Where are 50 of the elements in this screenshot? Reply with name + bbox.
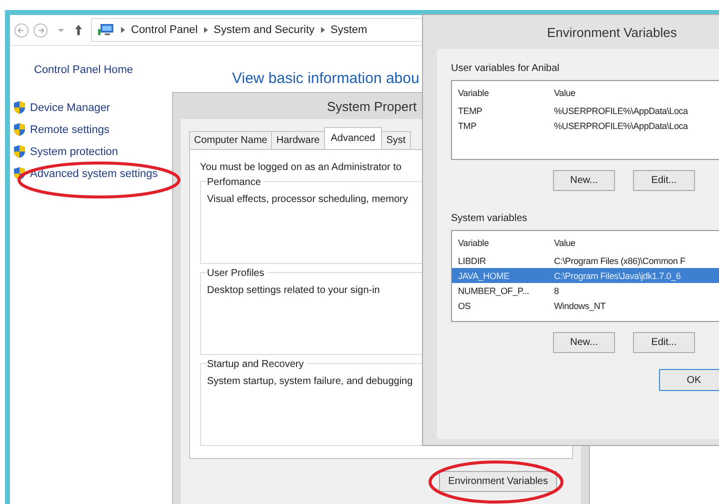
list-row[interactable]: NUMBER_OF_P... 8 xyxy=(452,283,719,298)
dialog-title: System Propert xyxy=(327,98,417,114)
tab[interactable]: Computer Name xyxy=(189,131,272,149)
breadcrumb[interactable]: System xyxy=(330,24,368,36)
computer-icon xyxy=(98,23,115,37)
dialog-button[interactable]: Edit... xyxy=(633,332,695,353)
column-header[interactable]: Variable xyxy=(452,88,554,98)
up-arrow-icon[interactable] xyxy=(74,24,83,36)
list-row[interactable]: TMP %USERPROFILE%\AppData\Loca xyxy=(452,118,719,133)
shield-icon xyxy=(14,101,25,114)
shield-icon xyxy=(14,145,25,158)
column-header[interactable]: Value xyxy=(554,88,576,98)
dialog-title: Environment Variables xyxy=(547,24,677,40)
admin-note: You must be logged on as an Administrator to xyxy=(200,162,402,173)
group-description: Desktop settings related to your sign-in xyxy=(207,285,380,296)
section-label: System variables xyxy=(451,213,528,224)
dialog-button[interactable]: Edit... xyxy=(633,170,695,191)
tab[interactable]: Syst xyxy=(381,131,411,149)
section-label: User variables for Anibal xyxy=(451,63,560,74)
list-row[interactable]: OS Windows_NT xyxy=(452,298,719,313)
chevron-icon xyxy=(320,27,325,33)
list-row[interactable]: TEMP %USERPROFILE%\AppData\Loca xyxy=(452,103,719,118)
home-link[interactable]: Control Panel Home xyxy=(14,64,209,76)
dialog-button[interactable]: New... xyxy=(553,170,615,191)
sidebar-link[interactable]: Device Manager xyxy=(30,102,110,114)
dropdown-icon[interactable] xyxy=(57,26,65,34)
list-row[interactable]: JAVA_HOME C:\Program Files\Java\jdk1.7.0_6 xyxy=(452,268,719,283)
list-row[interactable]: LIBDIR C:\Program Files (x86)\Common F xyxy=(452,253,719,268)
shield-icon xyxy=(14,123,25,136)
chevron-icon xyxy=(121,27,125,33)
tab[interactable]: Advanced xyxy=(324,127,382,149)
environment-variables-button[interactable]: Environment Variables xyxy=(439,471,557,492)
group-title: Perfomance xyxy=(207,177,264,188)
column-header[interactable]: Variable xyxy=(452,238,554,248)
group-description: System startup, system failure, and debugging xyxy=(207,376,413,387)
forward-icon[interactable] xyxy=(33,22,48,38)
page-heading: View basic information abou xyxy=(232,70,420,87)
group-title: Startup and Recovery xyxy=(207,359,307,370)
group-title: User Profiles xyxy=(207,268,268,279)
sidebar-link[interactable]: System protection xyxy=(30,146,118,158)
breadcrumb[interactable]: Control Panel xyxy=(131,24,198,36)
shield-icon xyxy=(14,167,25,180)
ok-button[interactable]: OK xyxy=(659,369,719,391)
dialog-button[interactable]: New... xyxy=(553,332,615,353)
sidebar-link[interactable]: Remote settings xyxy=(30,124,110,136)
chevron-icon xyxy=(204,27,208,33)
group-description: Visual effects, processor scheduling, memory xyxy=(207,194,408,205)
breadcrumb[interactable]: System and Security xyxy=(214,24,315,36)
column-header[interactable]: Value xyxy=(554,238,576,248)
back-icon[interactable] xyxy=(14,22,29,38)
